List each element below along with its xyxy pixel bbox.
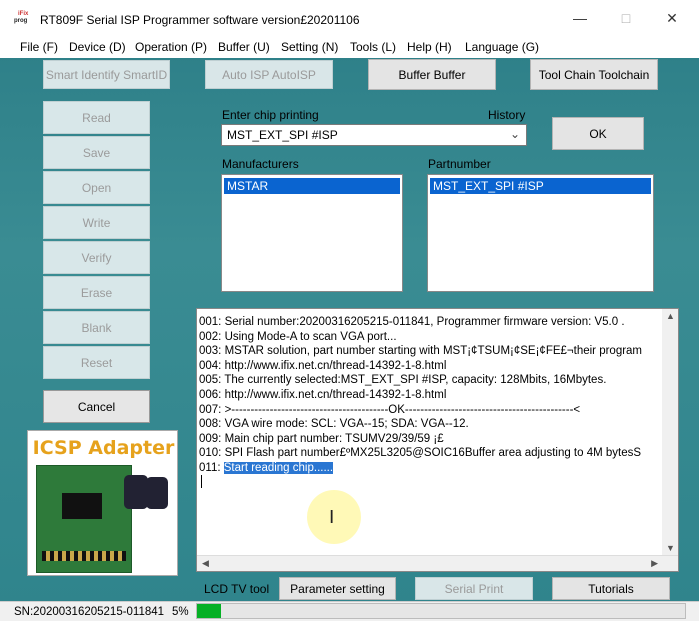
- chevron-down-icon[interactable]: ⌄: [510, 127, 520, 141]
- close-button[interactable]: ✕: [658, 8, 686, 28]
- log-line-number: 011:: [199, 461, 224, 474]
- smart-identify-button[interactable]: Smart Identify SmartID: [43, 60, 170, 89]
- parameter-setting-button[interactable]: Parameter setting: [279, 577, 396, 600]
- window-title: RT809F Serial ISP Programmer software ve…: [40, 13, 360, 27]
- scroll-down-icon[interactable]: ▼: [666, 543, 675, 553]
- menu-operation[interactable]: Operation (P): [135, 40, 207, 54]
- log-line: 009: Main chip part number: TSUMV29/39/5…: [199, 432, 444, 445]
- auto-isp-button[interactable]: Auto ISP AutoISP: [205, 60, 333, 89]
- maximize-button[interactable]: □: [612, 8, 640, 28]
- menu-tools[interactable]: Tools (L): [350, 40, 396, 54]
- log-line: 007: >----------------------------------…: [199, 403, 581, 416]
- title-bar: iFix prog RT809F Serial ISP Programmer s…: [0, 0, 699, 36]
- log-line-selected: 011: Start reading chip......: [199, 461, 661, 476]
- menu-buffer[interactable]: Buffer (U): [218, 40, 270, 54]
- cancel-button[interactable]: Cancel: [43, 390, 150, 423]
- ok-button[interactable]: OK: [552, 117, 644, 150]
- capacitor-icon: [124, 475, 148, 509]
- blank-button[interactable]: Blank: [43, 311, 150, 344]
- list-item[interactable]: MST_EXT_SPI #ISP: [430, 178, 651, 194]
- ibeam-cursor-icon: I: [329, 507, 335, 528]
- menu-setting[interactable]: Setting (N): [281, 40, 338, 54]
- scroll-right-icon[interactable]: ▶: [651, 558, 658, 569]
- log-selected-text: Start reading chip......: [223, 461, 334, 474]
- log-output[interactable]: 001: Serial number:20200316205215-011841…: [196, 308, 679, 572]
- progress-fill: [197, 604, 221, 618]
- write-button[interactable]: Write: [43, 206, 150, 239]
- capacitor-icon: [146, 477, 168, 509]
- minimize-button[interactable]: —: [566, 8, 594, 28]
- tutorials-button[interactable]: Tutorials: [552, 577, 670, 600]
- enter-chip-label: Enter chip printing: [222, 108, 319, 122]
- history-label: History: [488, 108, 526, 122]
- menu-bar: File (F) Device (D) Operation (P) Buffer…: [0, 36, 699, 58]
- pin-header-icon: [42, 551, 126, 561]
- logo-line-top: iFix: [18, 11, 29, 17]
- chip-icon: [62, 493, 102, 519]
- manufacturers-label: Manufacturers: [222, 157, 299, 171]
- menu-language[interactable]: Language (G): [465, 40, 539, 54]
- menu-help[interactable]: Help (H): [407, 40, 452, 54]
- scroll-up-icon[interactable]: ▲: [666, 311, 675, 321]
- logo-line-bottom: prog: [14, 18, 28, 24]
- manufacturers-list[interactable]: MSTAR: [221, 174, 403, 292]
- log-line: 001: Serial number:20200316205215-011841…: [199, 316, 625, 328]
- log-line: 005: The currently selected:MST_EXT_SPI …: [199, 374, 607, 387]
- tool-chain-button[interactable]: Tool Chain Toolchain: [530, 59, 658, 90]
- buffer-button[interactable]: Buffer Buffer: [368, 59, 496, 90]
- erase-button[interactable]: Erase: [43, 276, 150, 309]
- progress-bar: [196, 603, 686, 619]
- list-item[interactable]: MSTAR: [224, 178, 400, 194]
- log-line: 008: VGA wire mode: SCL: VGA--15; SDA: V…: [199, 418, 469, 431]
- horizontal-scrollbar[interactable]: ◀ ▶: [197, 555, 678, 571]
- vertical-scrollbar[interactable]: ▲ ▼: [662, 309, 678, 555]
- serial-number-text: SN:20200316205215-011841: [14, 606, 165, 618]
- menu-device[interactable]: Device (D): [69, 40, 126, 54]
- log-line: 004: http://www.ifix.net.cn/thread-14392…: [199, 359, 447, 372]
- chip-printing-select[interactable]: MST_EXT_SPI #ISP ⌄: [221, 124, 527, 146]
- verify-button[interactable]: Verify: [43, 241, 150, 274]
- lcd-tv-tool-label: LCD TV tool: [204, 582, 270, 596]
- icsp-title: ICSP Adapter: [32, 437, 175, 459]
- app-logo: iFix prog: [14, 10, 34, 28]
- log-line: 010: SPI Flash part number£ºMX25L3205@SO…: [199, 447, 642, 460]
- log-line: 002: Using Mode-A to scan VGA port...: [199, 330, 397, 343]
- chip-select-value: MST_EXT_SPI #ISP: [227, 128, 338, 142]
- log-line: 006: http://www.ifix.net.cn/thread-14392…: [199, 388, 447, 401]
- reset-button[interactable]: Reset: [43, 346, 150, 379]
- save-button[interactable]: Save: [43, 136, 150, 169]
- icsp-adapter-image: ICSP Adapter: [27, 430, 178, 576]
- partnumber-label: Partnumber: [428, 157, 491, 171]
- progress-percent: 5%: [172, 606, 189, 618]
- menu-file[interactable]: File (F): [20, 40, 58, 54]
- open-button[interactable]: Open: [43, 171, 150, 204]
- scroll-left-icon[interactable]: ◀: [202, 558, 209, 569]
- partnumber-list[interactable]: MST_EXT_SPI #ISP: [427, 174, 654, 292]
- serial-print-button[interactable]: Serial Print: [415, 577, 533, 600]
- read-button[interactable]: Read: [43, 101, 150, 134]
- text-caret: [201, 475, 202, 488]
- log-line: 003: MSTAR solution, part number startin…: [199, 345, 643, 358]
